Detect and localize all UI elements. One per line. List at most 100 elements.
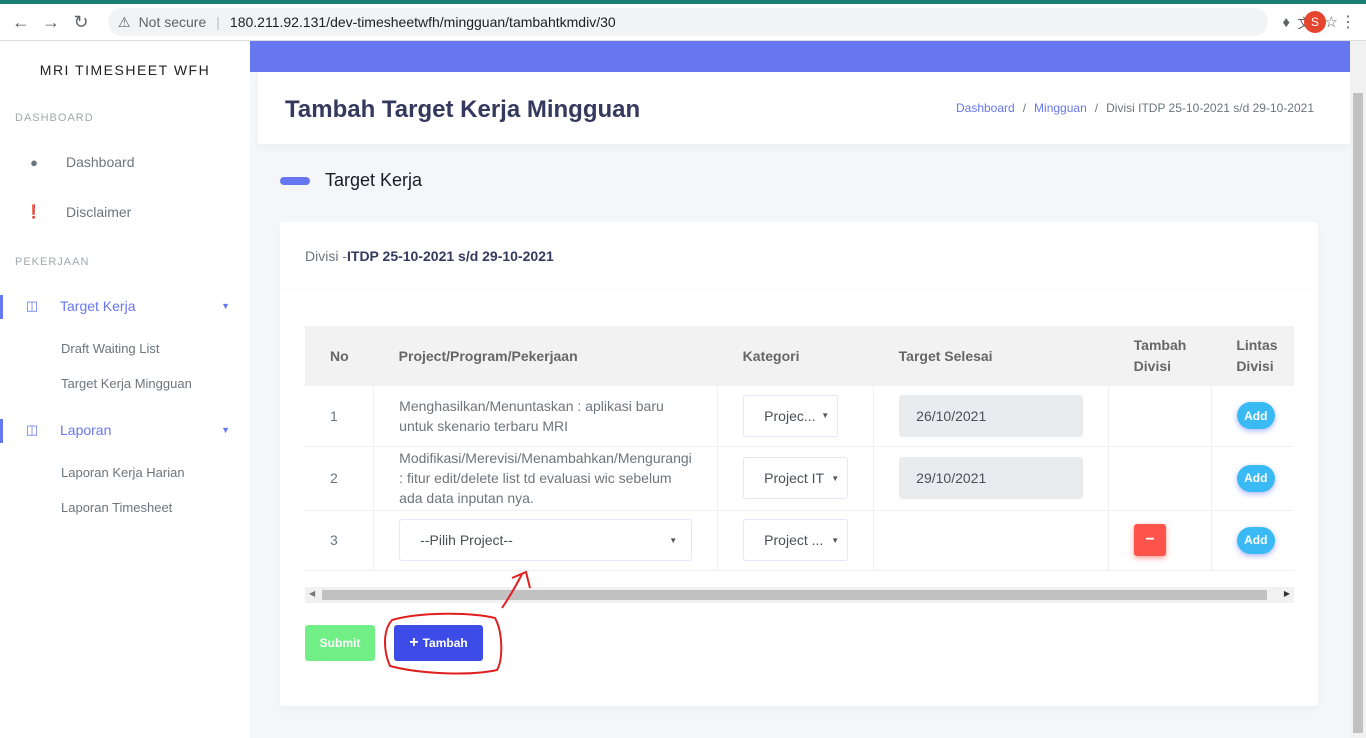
reload-icon[interactable]: ↻: [66, 7, 96, 37]
add-lintas-button[interactable]: Add: [1236, 526, 1275, 554]
plus-icon: +: [409, 634, 419, 651]
submit-button[interactable]: Submit: [305, 625, 375, 661]
row-tambah-cell: −: [1108, 510, 1212, 571]
breadcrumb: Dashboard / Mingguan / Divisi ITDP 25-10…: [956, 101, 1314, 115]
scroll-right-arrow-icon[interactable]: ▶: [1284, 589, 1290, 598]
menu-header-pekerjaan: PEKERJAAN: [15, 256, 90, 268]
row-project: Menghasilkan/Menuntaskan : aplikasi baru…: [373, 386, 719, 447]
kategori-select[interactable]: Projec... ▼: [743, 394, 839, 437]
row-project-cell: --Pilih Project-- ▼: [373, 510, 719, 571]
breadcrumb-mingguan[interactable]: Mingguan: [1034, 101, 1087, 115]
card-header-prefix: Divisi -: [305, 247, 347, 264]
menu-kebab-icon[interactable]: ⋮: [1340, 12, 1356, 32]
sidebar-item-disclaimer[interactable]: ❗ Disclaimer: [0, 187, 250, 237]
sidebar-item-label: Dashboard: [66, 154, 135, 170]
sidebar-item-laporan[interactable]: ◫ Laporan ▼: [0, 405, 250, 455]
add-lintas-button[interactable]: Add: [1236, 402, 1275, 430]
table-header-row: No Project/Program/Pekerjaan Kategori Ta…: [305, 326, 1294, 386]
sidebar-brand[interactable]: MRI TIMESHEET WFH: [0, 41, 250, 99]
breadcrumb-current: Divisi ITDP 25-10-2021 s/d 29-10-2021: [1106, 101, 1314, 115]
columns-icon: ◫: [25, 422, 39, 437]
remove-row-button[interactable]: −: [1134, 524, 1167, 556]
fire-icon: ●: [30, 154, 38, 170]
header-kategori: Kategori: [717, 326, 874, 386]
table-row: 3 --Pilih Project-- ▼ Project ... ▼ − Add: [305, 510, 1294, 571]
columns-icon: ◫: [25, 298, 39, 313]
back-arrow-icon[interactable]: ←: [6, 7, 36, 37]
browser-toolbar: ← → ↻ ⚠ Not secure | 180.211.92.131/dev-…: [0, 4, 1366, 41]
row-kategori-cell: Project IT ▼: [717, 446, 875, 511]
row-target-cell: [873, 510, 1110, 571]
row-no: 1: [305, 386, 375, 447]
table-row: 1 Menghasilkan/Menuntaskan : aplikasi ba…: [305, 386, 1294, 447]
caret-down-icon: ▼: [221, 301, 230, 311]
sidebar-subitem-draft[interactable]: Draft Waiting List: [0, 331, 250, 366]
dropdown-arrow-icon: ▼: [821, 411, 830, 421]
extensions-icon[interactable]: ♦: [1282, 14, 1290, 31]
warning-icon: ⚠: [118, 13, 131, 30]
header-target: Target Selesai: [873, 326, 1109, 386]
sidebar-item-target-kerja[interactable]: ◫ Target Kerja ▼: [0, 281, 250, 331]
add-lintas-button[interactable]: Add: [1236, 464, 1275, 492]
row-lintas-cell: Add: [1211, 510, 1294, 571]
dropdown-arrow-icon: ▼: [831, 535, 840, 545]
sidebar: MRI TIMESHEET WFH DASHBOARD ● Dashboard …: [0, 41, 250, 738]
card-header: Divisi - ITDP 25-10-2021 s/d 29-10-2021: [280, 222, 1318, 290]
sidebar-subitem-target-mingguan[interactable]: Target Kerja Mingguan: [0, 366, 250, 401]
project-select[interactable]: --Pilih Project-- ▼: [399, 519, 693, 561]
sidebar-subitem-laporan-harian[interactable]: Laporan Kerja Harian: [0, 455, 250, 490]
top-navbar: [250, 41, 1350, 72]
row-no: 2: [305, 446, 375, 511]
tambah-button[interactable]: + Tambah: [394, 625, 483, 661]
exclamation-circle-icon: ❗: [25, 204, 43, 219]
row-target-cell: 29/10/2021: [873, 446, 1110, 511]
header-no: No: [305, 326, 374, 386]
sidebar-item-label: Laporan: [60, 422, 112, 438]
url-text[interactable]: 180.211.92.131/dev-timesheetwfh/mingguan…: [230, 14, 616, 30]
section-title-text: Target Kerja: [325, 170, 423, 190]
dropdown-arrow-icon: ▼: [831, 473, 840, 483]
row-tambah-cell: [1108, 386, 1212, 447]
kategori-select[interactable]: Project ... ▼: [743, 519, 849, 561]
sidebar-item-label: Disclaimer: [66, 204, 132, 220]
target-card: Divisi - ITDP 25-10-2021 s/d 29-10-2021 N…: [280, 222, 1318, 706]
row-lintas-cell: Add: [1211, 446, 1294, 511]
section-title: Target Kerja: [280, 170, 422, 191]
row-kategori-cell: Project ... ▼: [717, 510, 875, 571]
target-table-wrapper: No Project/Program/Pekerjaan Kategori Ta…: [305, 326, 1294, 572]
tambah-label: Tambah: [422, 636, 468, 650]
scrollbar-thumb[interactable]: [1353, 93, 1363, 733]
caret-down-icon: ▼: [221, 425, 230, 435]
section-header: Tambah Target Kerja Mingguan Dashboard /…: [258, 72, 1350, 144]
security-label: Not secure: [138, 14, 207, 30]
row-no: 3: [305, 510, 375, 571]
sidebar-item-label: Target Kerja: [60, 298, 136, 314]
target-date-input[interactable]: 26/10/2021: [899, 394, 1084, 437]
menu-header-dashboard: DASHBOARD: [15, 112, 94, 124]
address-divider: |: [216, 14, 220, 30]
kategori-select[interactable]: Project IT ▼: [743, 457, 849, 499]
card-header-title: ITDP 25-10-2021 s/d 29-10-2021: [347, 247, 554, 264]
page-scrollbar[interactable]: [1350, 41, 1366, 738]
target-table: No Project/Program/Pekerjaan Kategori Ta…: [305, 326, 1294, 571]
row-project: Modifikasi/Merevisi/Menambahkan/Menguran…: [373, 446, 719, 511]
profile-avatar[interactable]: S: [1304, 11, 1326, 33]
header-tambah-divisi: Tambah Divisi: [1108, 326, 1212, 386]
breadcrumb-separator: /: [1022, 101, 1027, 115]
header-project: Project/Program/Pekerjaan: [373, 326, 718, 386]
scrollbar-thumb[interactable]: [322, 590, 1267, 600]
sidebar-subitem-laporan-timesheet[interactable]: Laporan Timesheet: [0, 490, 250, 525]
breadcrumb-dashboard[interactable]: Dashboard: [956, 101, 1015, 115]
address-bar[interactable]: ⚠ Not secure | 180.211.92.131/dev-timesh…: [108, 8, 1338, 36]
dropdown-arrow-icon: ▼: [669, 535, 678, 545]
row-tambah-cell: [1108, 446, 1212, 511]
forward-arrow-icon[interactable]: →: [36, 7, 66, 37]
table-horizontal-scrollbar[interactable]: ◀ ▶: [305, 587, 1294, 603]
page-title: Tambah Target Kerja Mingguan: [285, 96, 641, 123]
row-target-cell: 26/10/2021: [873, 386, 1110, 447]
scroll-left-arrow-icon[interactable]: ◀: [309, 589, 315, 598]
breadcrumb-separator: /: [1094, 101, 1099, 115]
sidebar-item-dashboard[interactable]: ● Dashboard: [0, 137, 250, 187]
target-date-input[interactable]: 29/10/2021: [899, 457, 1084, 499]
header-lintas-divisi: Lintas Divisi: [1211, 326, 1294, 386]
